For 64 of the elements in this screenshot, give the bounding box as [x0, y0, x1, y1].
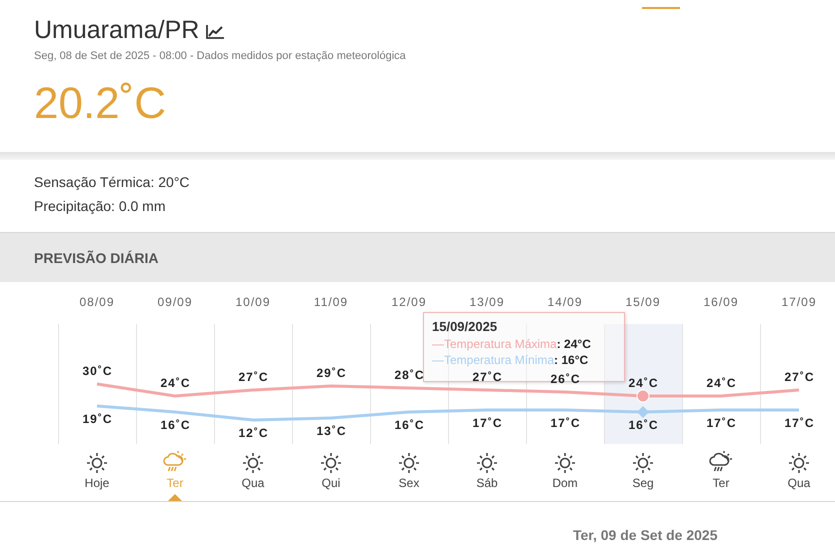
min-temperature: 16˚C: [393, 418, 426, 432]
detail-text: Sensação Térmica: 20°C: [34, 173, 191, 192]
min-temperature: 13˚C: [315, 424, 348, 438]
sun-icon[interactable]: [242, 452, 264, 474]
city-title: Umuarama/PR: [34, 16, 200, 44]
min-temperature: 16˚C: [627, 418, 660, 432]
series-name: —Temperatura Mínima: [432, 353, 554, 367]
sun-icon[interactable]: [398, 452, 420, 474]
min-point-marker: [637, 406, 649, 418]
max-temperature: 26˚C: [549, 372, 582, 386]
max-temperature: 27˚C: [471, 370, 504, 384]
min-temperature: 16˚C: [159, 418, 192, 432]
min-temperature: 17˚C: [783, 416, 816, 430]
max-temperature: 28˚C: [393, 368, 426, 382]
date-label: 12/09: [390, 294, 428, 311]
max-temperature: 29˚C: [315, 366, 348, 380]
series-value: : 16°C: [554, 353, 588, 367]
selected-date: Ter, 09 de Set de 2025: [573, 527, 718, 543]
sun-icon[interactable]: [788, 452, 810, 474]
date-label: 11/09: [312, 294, 350, 311]
max-temperature: 24˚C: [159, 376, 192, 390]
date-label: 15/09: [624, 294, 662, 311]
tooltip-date: 15/09/2025: [432, 319, 498, 334]
min-temperature: 19˚C: [81, 412, 114, 426]
weekday-label[interactable]: Sex: [398, 474, 420, 492]
trend-chart-icon[interactable]: [205, 24, 226, 40]
weekday-label[interactable]: Qui: [322, 474, 340, 492]
weekday-label[interactable]: Qua: [788, 474, 810, 492]
date-label: 16/09: [702, 294, 740, 311]
min-temperature: 17˚C: [705, 416, 738, 430]
max-temperature: 24˚C: [705, 376, 738, 390]
min-temperature: 17˚C: [471, 416, 504, 430]
current-temperature: 20.2˚C: [34, 78, 168, 130]
weekday-label[interactable]: Seg: [632, 474, 654, 492]
section-heading: PREVISÃO DIÁRIA: [0, 232, 835, 282]
weekday-label[interactable]: Ter: [712, 474, 730, 492]
date-label: 09/09: [156, 294, 194, 311]
date-label: 10/09: [234, 294, 272, 311]
sun-icon[interactable]: [86, 452, 108, 474]
max-temperature: 24˚C: [627, 376, 660, 390]
selection-triangle-icon: [168, 494, 182, 501]
sun-icon[interactable]: [320, 452, 342, 474]
min-temperature: 12˚C: [237, 426, 270, 440]
sun-icon[interactable]: [632, 452, 654, 474]
measurement-subtitle: Seg, 08 de Set de 2025 - 08:00 - Dados medidos por estação meteorológica: [34, 50, 407, 62]
tab-indicator: [642, 7, 680, 9]
sun-icon[interactable]: [476, 452, 498, 474]
min-temperature: 17˚C: [549, 416, 582, 430]
weekday-label[interactable]: Dom: [552, 474, 578, 492]
max-temperature: 30˚C: [81, 364, 114, 378]
rain-cloud-sun-icon[interactable]: [708, 448, 734, 474]
series-name: —Temperatura Máxima: [432, 337, 557, 351]
series-value: : 24°C: [556, 337, 591, 351]
max-temperature: 27˚C: [783, 370, 816, 384]
date-label: 08/09: [78, 294, 116, 311]
date-label: 13/09: [468, 294, 506, 311]
detail-text: Precipitação: 0.0 mm: [34, 197, 166, 216]
date-label: 17/09: [780, 294, 818, 311]
weekday-label[interactable]: Hoje: [84, 474, 110, 492]
date-label: 14/09: [546, 294, 584, 311]
max-temperature: 27˚C: [237, 370, 270, 384]
weekday-label[interactable]: Sáb: [476, 474, 498, 492]
sun-icon[interactable]: [554, 452, 576, 474]
weekday-label[interactable]: Qua: [242, 474, 264, 492]
